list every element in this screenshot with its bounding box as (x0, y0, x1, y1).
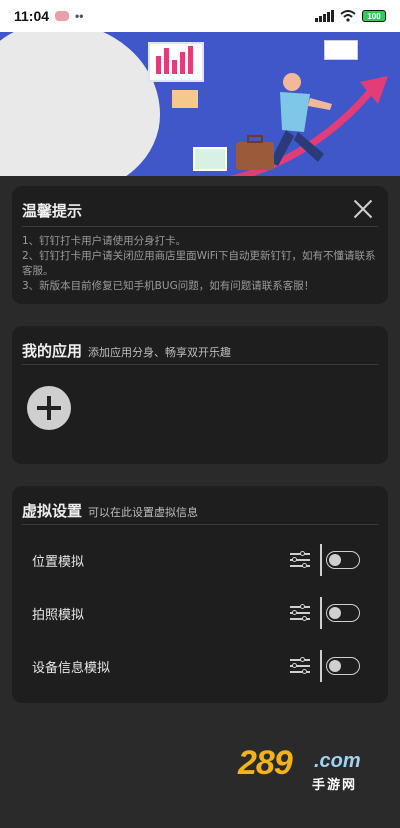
virtual-settings-card: 虚拟设置 可以在此设置虚拟信息 位置模拟 拍照模拟 设备信息模拟 (12, 486, 388, 703)
toggle-switch[interactable] (326, 657, 360, 675)
tips-line: 2、钉钉打卡用户请关闭应用商店里面WiFi下自动更新钉钉，如有不懂请联系客服。 (22, 250, 376, 277)
header-banner (0, 32, 400, 176)
tips-line: 3、新版本目前修复已知手机BUG问题，如有问题请联系客服！ (22, 280, 315, 292)
banner-cloud-shape (0, 32, 160, 176)
divider (22, 226, 378, 227)
notification-dots: •• (75, 9, 84, 23)
setting-row-device-info: 设备信息模拟 (12, 646, 388, 686)
toggle-switch[interactable] (326, 604, 360, 622)
virtual-settings-header: 虚拟设置 可以在此设置虚拟信息 (22, 500, 198, 521)
toggle-knob (329, 606, 341, 619)
divider (320, 650, 322, 682)
signal-icon (315, 10, 334, 22)
tips-line: 1、钉钉打卡用户请使用分身打卡。 (22, 235, 187, 247)
tips-text: 1、钉钉打卡用户请使用分身打卡。 2、钉钉打卡用户请关闭应用商店里面WiFi下自… (22, 234, 378, 294)
toggle-knob (329, 553, 341, 566)
banner-note-illustration (172, 90, 198, 108)
toggle-knob (329, 659, 341, 672)
my-apps-card: 我的应用 添加应用分身、畅享双开乐趣 (12, 326, 388, 464)
site-watermark-logo: 289 .com 手游网 (238, 744, 378, 792)
setting-row-location: 位置模拟 (12, 540, 388, 580)
divider (320, 597, 322, 629)
my-apps-title: 我的应用 (22, 342, 83, 360)
virtual-settings-title: 虚拟设置 (22, 502, 83, 520)
notification-app-icon (55, 11, 70, 21)
status-icons: 100 (315, 10, 386, 22)
setting-label: 拍照模拟 (32, 607, 85, 623)
banner-chart-board-illustration (148, 42, 204, 82)
status-bar: 11:04 •• 100 (0, 0, 400, 32)
divider (22, 524, 378, 525)
banner-runner-illustration (229, 73, 388, 176)
wifi-icon (340, 10, 356, 22)
battery-icon: 100 (362, 10, 386, 22)
setting-label: 设备信息模拟 (32, 660, 111, 676)
watermark-name: 手游网 (312, 777, 358, 792)
setting-row-camera: 拍照模拟 (12, 593, 388, 633)
sliders-icon[interactable] (290, 603, 310, 622)
watermark-number: 289 (238, 744, 293, 782)
banner-paper-illustration (324, 40, 358, 60)
add-app-button[interactable] (27, 386, 71, 430)
sliders-icon[interactable] (290, 656, 310, 675)
close-icon[interactable] (352, 198, 374, 220)
my-apps-subtitle: 添加应用分身、畅享双开乐趣 (88, 346, 232, 359)
divider (320, 544, 322, 576)
tips-card: 温馨提示 1、钉钉打卡用户请使用分身打卡。 2、钉钉打卡用户请关闭应用商店里面W… (12, 186, 388, 304)
watermark-domain: .com (314, 750, 361, 772)
virtual-settings-subtitle: 可以在此设置虚拟信息 (88, 506, 199, 519)
divider (22, 364, 378, 365)
sliders-icon[interactable] (290, 550, 310, 569)
my-apps-header: 我的应用 添加应用分身、畅享双开乐趣 (22, 340, 231, 361)
toggle-switch[interactable] (326, 551, 360, 569)
setting-label: 位置模拟 (32, 554, 85, 570)
status-time: 11:04 (14, 8, 50, 24)
tips-title: 温馨提示 (22, 202, 83, 220)
